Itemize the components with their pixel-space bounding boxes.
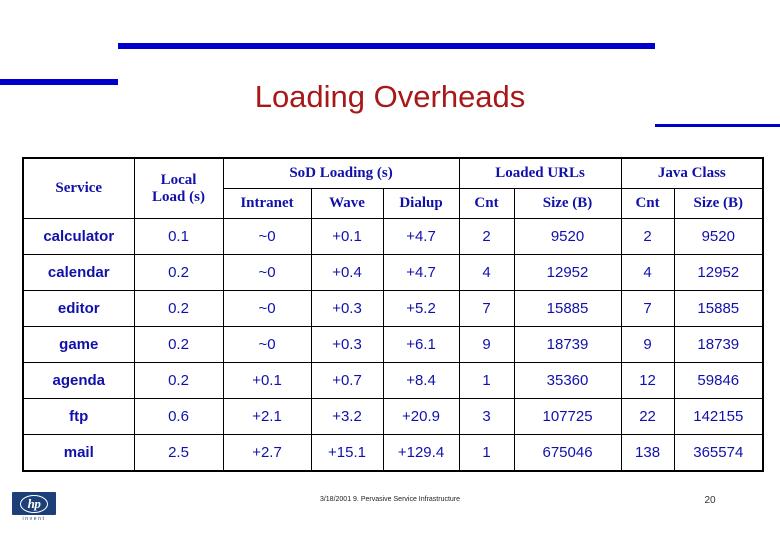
cell-sod-intranet: ~0 [222,218,312,255]
cell-service: game [22,326,135,363]
column-header-local-load: Local Load (s) [133,157,224,219]
cell-java-cnt: 9 [620,326,675,363]
cell-sod-intranet: ~0 [222,254,312,291]
table-row: calculator 0.1 ~0 +0.1 +4.7 2 9520 2 952… [22,218,764,255]
column-header-java-size: Size (B) [673,188,764,219]
column-header-dialup: Dialup [382,188,460,219]
page-number: 20 [704,495,716,506]
cell-java-size: 12952 [673,254,764,291]
cell-java-size: 9520 [673,218,764,255]
cell-local-load: 0.2 [133,362,224,399]
cell-urls-cnt: 2 [458,218,515,255]
hp-logo-tagline: invent [22,516,46,522]
accent-bar-right [655,124,780,127]
cell-java-cnt: 12 [620,362,675,399]
cell-local-load: 0.2 [133,254,224,291]
cell-service: ftp [22,398,135,435]
cell-sod-dialup: +5.2 [382,290,460,327]
cell-sod-wave: +3.2 [310,398,384,435]
hp-invent-logo: hp ™ invent [12,491,56,526]
cell-urls-cnt: 1 [458,362,515,399]
column-header-local-load-line1: Local [160,171,197,188]
column-group-header-sod-loading: SoD Loading (s) [222,157,460,189]
cell-sod-dialup: +20.9 [382,398,460,435]
cell-sod-intranet: +2.1 [222,398,312,435]
page-title: Loading Overheads [254,79,526,114]
cell-service: calculator [22,218,135,255]
table-header-group-row: Service Local Load (s) SoD Loading (s) L… [22,157,764,219]
trademark-icon: ™ [52,491,56,496]
cell-urls-cnt: 4 [458,254,515,291]
table-row: agenda 0.2 +0.1 +0.7 +8.4 1 35360 12 598… [22,362,764,399]
cell-java-size: 15885 [673,290,764,327]
cell-java-cnt: 4 [620,254,675,291]
cell-java-cnt: 138 [620,434,675,472]
cell-service: mail [22,434,135,472]
cell-urls-cnt: 7 [458,290,515,327]
cell-java-cnt: 22 [620,398,675,435]
cell-local-load: 0.2 [133,290,224,327]
cell-local-load: 0.6 [133,398,224,435]
cell-urls-size: 15885 [513,290,622,327]
cell-urls-size: 35360 [513,362,622,399]
cell-urls-size: 675046 [513,434,622,472]
column-header-java-cnt: Cnt [620,188,675,219]
table-body: calculator 0.1 ~0 +0.1 +4.7 2 9520 2 952… [22,218,764,472]
cell-service: agenda [22,362,135,399]
column-header-urls-size: Size (B) [513,188,622,219]
cell-local-load: 2.5 [133,434,224,472]
table-row: ftp 0.6 +2.1 +3.2 +20.9 3 107725 22 1421… [22,398,764,435]
column-group-header-java-class: Java Class [620,157,764,189]
table-row: calendar 0.2 ~0 +0.4 +4.7 4 12952 4 1295… [22,254,764,291]
cell-java-cnt: 2 [620,218,675,255]
cell-sod-intranet: ~0 [222,326,312,363]
cell-sod-intranet: +2.7 [222,434,312,472]
column-header-service: Service [22,157,135,219]
cell-sod-dialup: +4.7 [382,254,460,291]
cell-sod-wave: +0.3 [310,290,384,327]
cell-sod-dialup: +8.4 [382,362,460,399]
cell-urls-size: 107725 [513,398,622,435]
cell-service: calendar [22,254,135,291]
column-group-header-loaded-urls: Loaded URLs [458,157,622,189]
cell-sod-wave: +0.1 [310,218,384,255]
cell-local-load: 0.2 [133,326,224,363]
cell-java-size: 59846 [673,362,764,399]
cell-java-size: 365574 [673,434,764,472]
cell-sod-wave: +0.3 [310,326,384,363]
accent-bar-top [118,43,655,49]
column-header-local-load-line2: Load (s) [152,188,205,205]
cell-sod-dialup: +4.7 [382,218,460,255]
cell-urls-size: 12952 [513,254,622,291]
cell-sod-intranet: ~0 [222,290,312,327]
cell-sod-wave: +0.4 [310,254,384,291]
cell-service: editor [22,290,135,327]
cell-urls-size: 18739 [513,326,622,363]
cell-sod-dialup: +6.1 [382,326,460,363]
column-header-urls-cnt: Cnt [458,188,515,219]
table-row: mail 2.5 +2.7 +15.1 +129.4 1 675046 138 … [22,434,764,472]
cell-sod-intranet: +0.1 [222,362,312,399]
column-header-wave: Wave [310,188,384,219]
hp-logo-wordmark: hp [27,496,41,511]
cell-sod-wave: +0.7 [310,362,384,399]
table-row: game 0.2 ~0 +0.3 +6.1 9 18739 9 18739 [22,326,764,363]
cell-urls-cnt: 9 [458,326,515,363]
footer-note: 3/18/2001 9. Pervasive Service Infrastru… [319,496,461,503]
table-row: editor 0.2 ~0 +0.3 +5.2 7 15885 7 15885 [22,290,764,327]
cell-java-size: 18739 [673,326,764,363]
cell-urls-cnt: 3 [458,398,515,435]
cell-java-cnt: 7 [620,290,675,327]
cell-urls-cnt: 1 [458,434,515,472]
loading-overheads-table: Service Local Load (s) SoD Loading (s) L… [22,157,765,472]
cell-sod-wave: +15.1 [310,434,384,472]
cell-urls-size: 9520 [513,218,622,255]
cell-java-size: 142155 [673,398,764,435]
cell-local-load: 0.1 [133,218,224,255]
column-header-intranet: Intranet [222,188,312,219]
cell-sod-dialup: +129.4 [382,434,460,472]
